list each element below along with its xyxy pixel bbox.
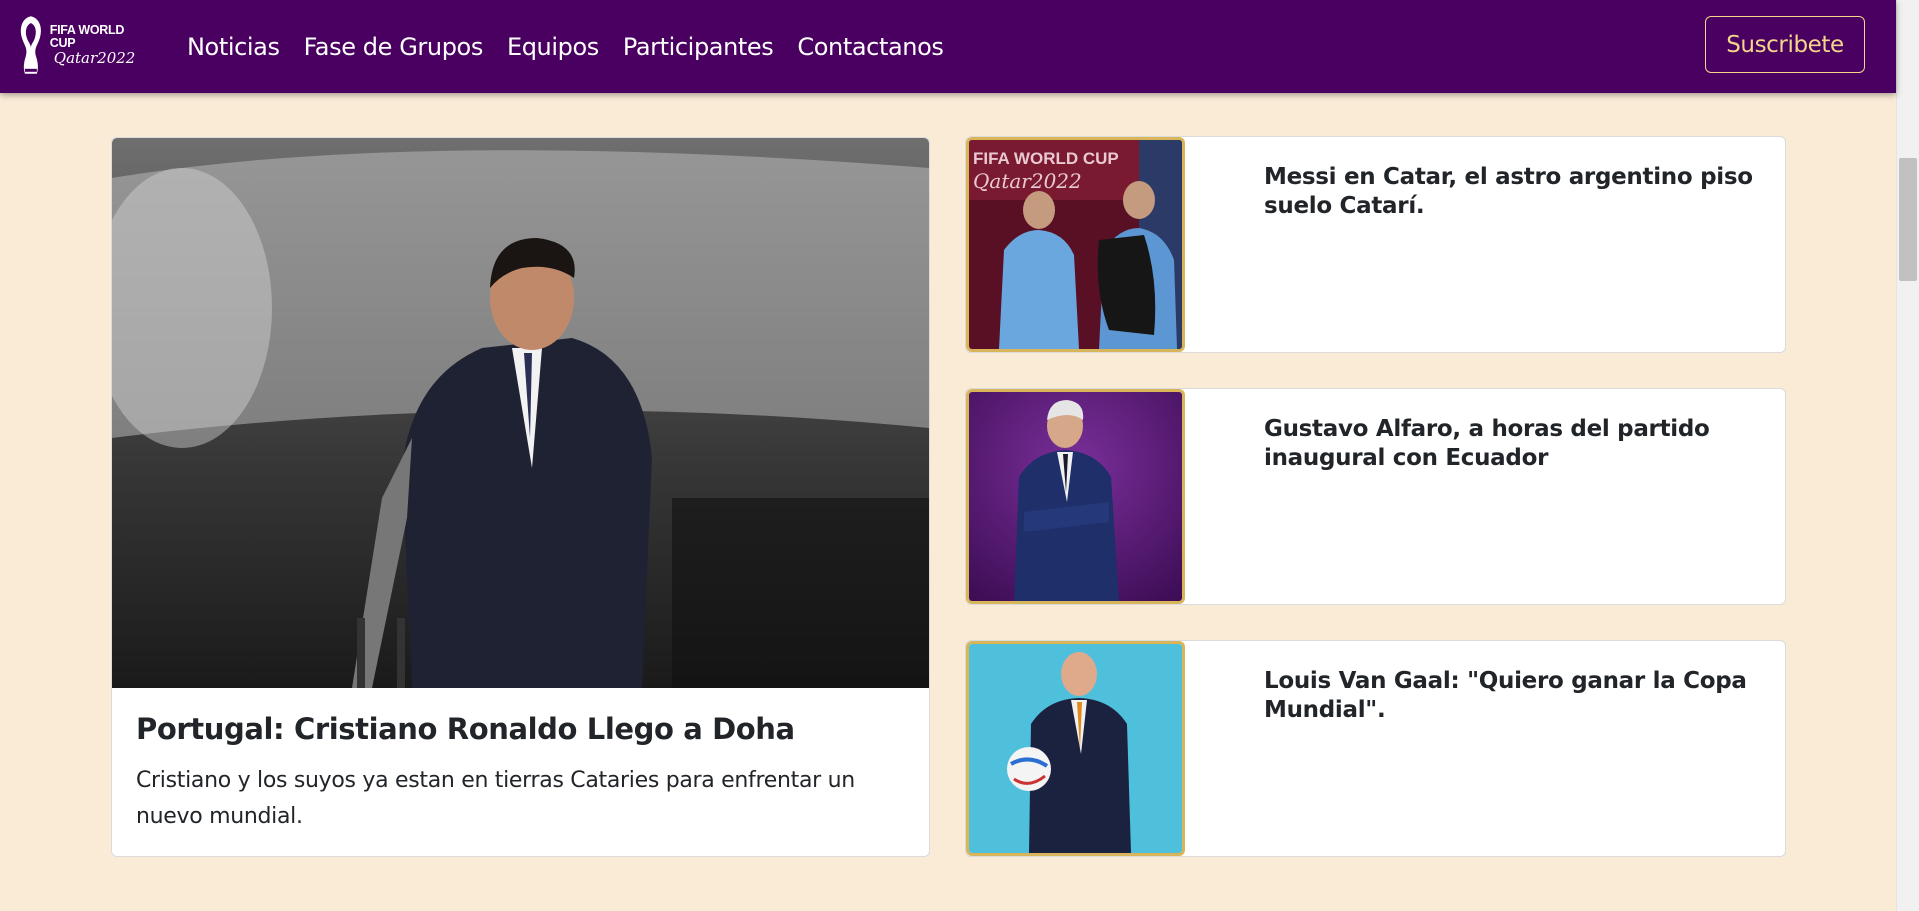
- brand-logo[interactable]: FIFA WORLD CUP Qatar2022: [16, 14, 152, 76]
- page-scrollbar[interactable]: [1896, 0, 1919, 911]
- featured-news-title[interactable]: Portugal: Cristiano Ronaldo Llego a Doha: [136, 712, 795, 746]
- page: FIFA WORLD CUP Qatar2022 Noticias Fase d…: [0, 0, 1896, 911]
- navbar: FIFA WORLD CUP Qatar2022 Noticias Fase d…: [0, 0, 1896, 93]
- news-card-image-frame: [966, 641, 1185, 856]
- qatar-wordmark-decoration: Qatar2022: [973, 169, 1082, 193]
- news-card-title[interactable]: Messi en Catar, el astro argentino piso …: [1264, 163, 1764, 221]
- alfaro-news-image: [969, 392, 1182, 601]
- brand-line1: FIFA WORLD CUP: [49, 23, 125, 50]
- featured-news-card[interactable]: Portugal: Cristiano Ronaldo Llego a Doha…: [111, 137, 930, 857]
- featured-news-image: [112, 138, 929, 688]
- brand-wordmark: FIFA WORLD CUP Qatar2022: [50, 24, 152, 66]
- news-card-title[interactable]: Louis Van Gaal: "Quiero ganar la Copa Mu…: [1264, 667, 1764, 725]
- news-card-image-frame: FIFA WORLD CUP Qatar2022: [966, 137, 1185, 352]
- nav-link-noticias[interactable]: Noticias: [175, 33, 292, 61]
- nav-links: Noticias Fase de Grupos Equipos Particip…: [175, 0, 955, 93]
- scrollbar-thumb[interactable]: [1899, 158, 1917, 281]
- news-card-van-gaal[interactable]: Louis Van Gaal: "Quiero ganar la Copa Mu…: [965, 640, 1786, 857]
- nav-link-fase-de-grupos[interactable]: Fase de Grupos: [292, 33, 495, 61]
- van-gaal-news-image: [969, 644, 1182, 853]
- nav-link-contactanos[interactable]: Contactanos: [785, 33, 955, 61]
- messi-news-image: FIFA WORLD CUP Qatar2022: [969, 140, 1182, 349]
- subscribe-button[interactable]: Suscribete: [1705, 16, 1865, 73]
- news-card-title[interactable]: Gustavo Alfaro, a horas del partido inau…: [1264, 415, 1764, 473]
- nav-link-equipos[interactable]: Equipos: [495, 33, 611, 61]
- news-card-alfaro[interactable]: Gustavo Alfaro, a horas del partido inau…: [965, 388, 1786, 605]
- brand-line2: Qatar2022: [53, 49, 136, 67]
- news-card-image-frame: [966, 389, 1185, 604]
- news-card-messi[interactable]: FIFA WORLD CUP Qatar2022 Messi en Catar,…: [965, 136, 1786, 353]
- featured-news-text: Cristiano y los suyos ya estan en tierra…: [136, 768, 855, 829]
- fifa-wordmark-decoration: FIFA WORLD CUP: [973, 149, 1119, 168]
- nav-link-participantes[interactable]: Participantes: [611, 33, 786, 61]
- world-cup-trophy-icon: [20, 16, 41, 74]
